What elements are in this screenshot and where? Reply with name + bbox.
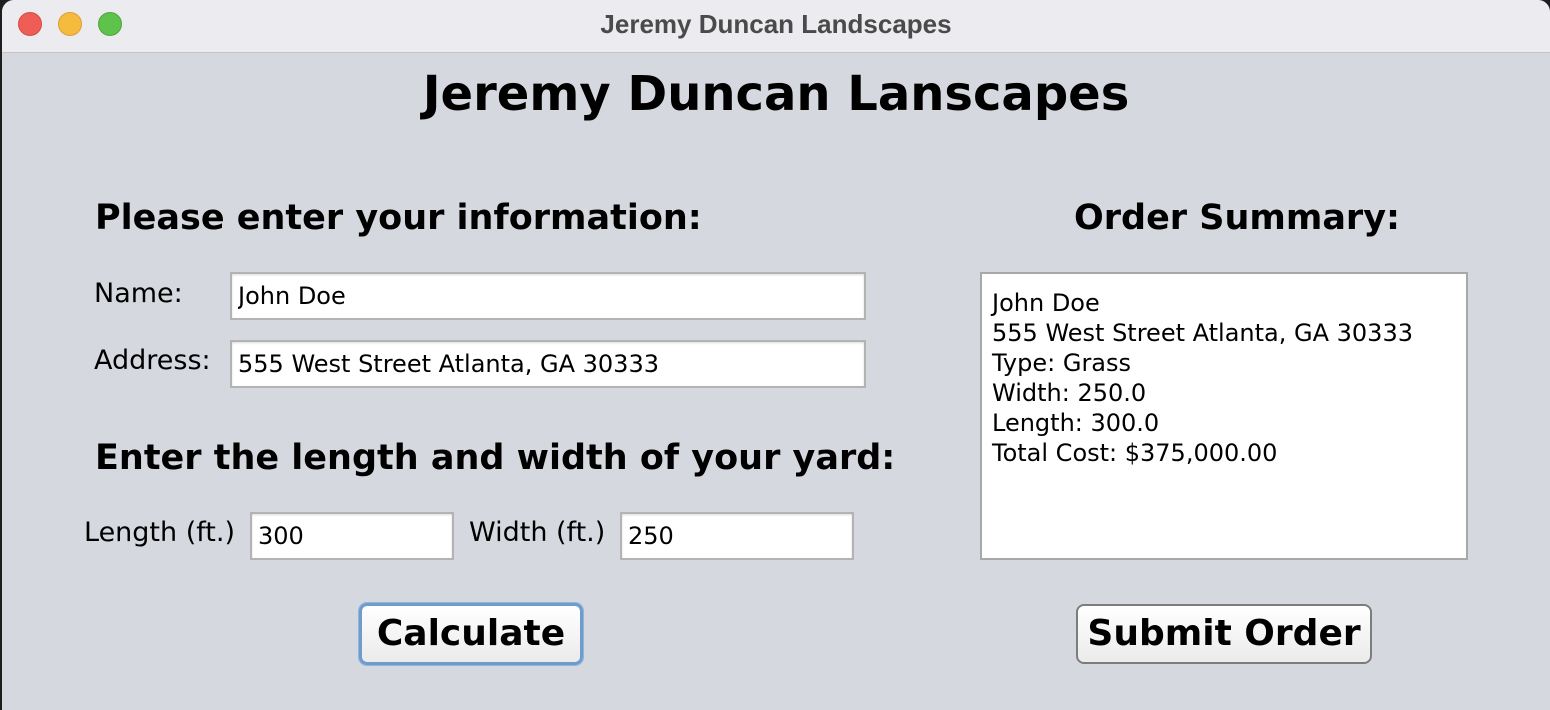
yard-section-heading: Enter the length and width of your yard: <box>95 438 896 478</box>
length-label: Length (ft.) <box>84 517 235 548</box>
name-label: Name: <box>94 278 183 309</box>
submit-order-button[interactable]: Submit Order <box>1076 604 1372 664</box>
summary-line-width: Width: 250.0 <box>992 379 1147 407</box>
summary-line-type: Type: Grass <box>992 349 1132 377</box>
address-label: Address: <box>94 345 211 376</box>
order-summary-textarea[interactable]: John Doe 555 West Street Atlanta, GA 303… <box>980 272 1468 560</box>
width-label: Width (ft.) <box>469 517 606 548</box>
title-bar[interactable]: Jeremy Duncan Landscapes <box>2 0 1550 53</box>
info-section-heading: Please enter your information: <box>95 198 702 238</box>
summary-line-total-cost: Total Cost: $375,000.00 <box>992 439 1278 467</box>
calculate-button[interactable]: Calculate <box>359 603 583 665</box>
page-title: Jeremy Duncan Lanscapes <box>422 66 1130 122</box>
window-title: Jeremy Duncan Landscapes <box>600 9 952 39</box>
width-field[interactable] <box>620 512 854 560</box>
summary-line-address: 555 West Street Atlanta, GA 30333 <box>992 319 1413 347</box>
order-summary-heading: Order Summary: <box>1074 198 1401 238</box>
name-field[interactable] <box>230 272 866 320</box>
summary-line-length: Length: 300.0 <box>992 409 1160 437</box>
summary-line-name: John Doe <box>992 289 1100 317</box>
address-field[interactable] <box>230 340 866 388</box>
app-window: Jeremy Duncan Landscapes Jeremy Duncan L… <box>2 0 1550 710</box>
length-field[interactable] <box>250 512 454 560</box>
